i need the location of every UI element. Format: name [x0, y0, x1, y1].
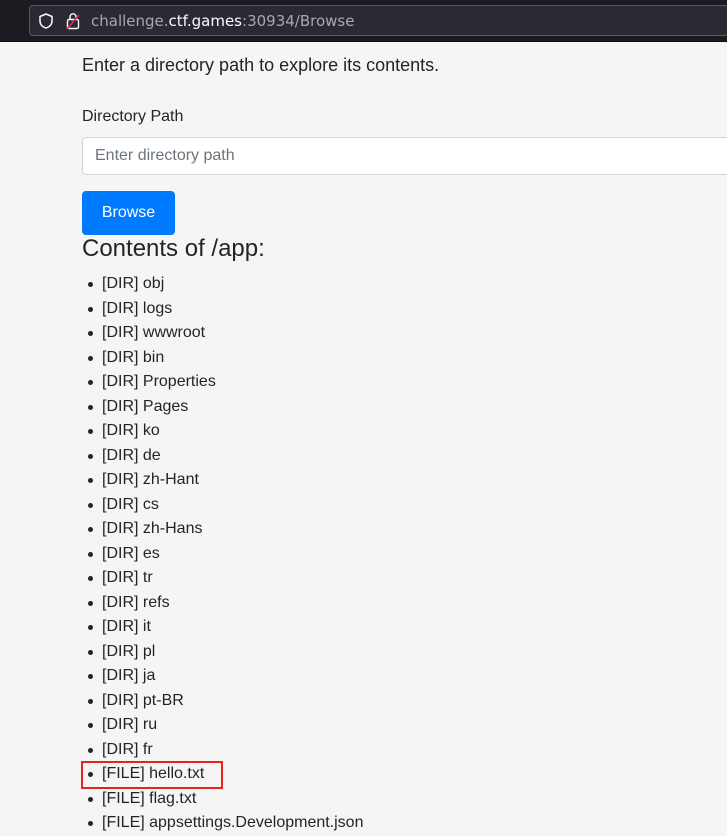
- list-item: [DIR] de: [82, 444, 363, 469]
- shield-icon[interactable]: [38, 13, 54, 29]
- bullet-icon: [88, 551, 93, 557]
- entry-label: [DIR] tr: [102, 569, 153, 586]
- bullet-icon: [88, 600, 93, 606]
- intro-text: Enter a directory path to explore its co…: [82, 55, 440, 75]
- url-text[interactable]: challenge.ctf.games:30934/Browse: [91, 12, 354, 30]
- list-item: [DIR] logs: [82, 297, 363, 322]
- bullet-icon: [88, 527, 93, 532]
- entry-label: [DIR] ko: [102, 422, 160, 439]
- bullet-icon: [88, 380, 93, 385]
- address-bar[interactable]: challenge.ctf.games:30934/Browse: [29, 5, 727, 36]
- bullet-icon: [88, 576, 93, 581]
- bullet-icon: [88, 502, 93, 508]
- entry-label: [DIR] wwwroot: [102, 324, 206, 341]
- bullet-icon: [88, 331, 93, 336]
- bullet-icon: [88, 821, 93, 826]
- entry-label: [FILE] appsettings.Development.json: [102, 814, 364, 831]
- browser-toolbar: challenge.ctf.games:30934/Browse: [0, 0, 727, 42]
- list-item: [DIR] bin: [82, 346, 363, 371]
- list-item: [FILE] hello.txt: [82, 762, 363, 787]
- list-item: [DIR] Pages: [82, 395, 363, 420]
- list-item: [DIR] fr: [82, 738, 363, 763]
- entry-label: [DIR] it: [102, 618, 151, 635]
- bullet-icon: [88, 453, 93, 459]
- bullet-icon: [88, 478, 93, 483]
- entry-label: [DIR] zh-Hant: [102, 471, 199, 488]
- entry-label: [DIR] ru: [102, 716, 158, 733]
- entry-label: [DIR] ja: [102, 667, 156, 684]
- bullet-icon: [88, 625, 93, 630]
- entry-label: [DIR] pl: [102, 642, 156, 660]
- bullet-icon: [88, 355, 93, 361]
- url-suffix: :30934/Browse: [242, 12, 355, 30]
- entry-label: [DIR] de: [102, 446, 161, 464]
- list-item: [DIR] wwwroot: [82, 321, 363, 346]
- list-item: [FILE] flag.txt: [82, 787, 363, 812]
- bullet-icon: [88, 747, 93, 753]
- bullet-icon: [88, 772, 93, 777]
- entry-label: [DIR] obj: [102, 275, 165, 292]
- list-item: [DIR] obj: [82, 272, 363, 297]
- bullet-icon: [88, 796, 93, 802]
- entry-label: [DIR] Properties: [102, 373, 216, 390]
- bullet-icon: [88, 404, 93, 410]
- list-item: [FILE] appsettings.Development.json: [82, 811, 363, 836]
- list-item: [DIR] es: [82, 542, 363, 567]
- list-item: [DIR] pt-BR: [82, 689, 363, 714]
- entry-label: [DIR] refs: [102, 593, 170, 611]
- bullet-icon: [88, 306, 93, 312]
- lock-warning-icon[interactable]: [66, 12, 80, 30]
- bullet-icon: [88, 282, 93, 287]
- list-item: [DIR] zh-Hant: [82, 468, 363, 493]
- entry-list: [DIR] obj [DIR] logs [DIR] wwwroot [DIR] bi…: [82, 272, 363, 836]
- entry-label: [DIR] zh-Hans: [102, 520, 203, 537]
- entry-label: [DIR] fr: [102, 740, 153, 758]
- bullet-icon: [88, 698, 93, 704]
- browse-button[interactable]: Browse: [82, 191, 175, 235]
- entry-label: [DIR] pt-BR: [102, 691, 184, 709]
- list-item: [DIR] ko: [82, 419, 363, 444]
- directory-path-input[interactable]: [82, 137, 727, 175]
- bullet-icon: [88, 723, 93, 728]
- entry-label: [DIR] Pages: [102, 397, 189, 415]
- bullet-icon: [88, 674, 93, 679]
- list-item: [DIR] ja: [82, 664, 363, 689]
- url-host: ctf.games: [168, 12, 243, 30]
- entry-label: [DIR] cs: [102, 495, 159, 513]
- list-item: [DIR] ru: [82, 713, 363, 738]
- bullet-icon: [88, 429, 93, 434]
- entry-label: [DIR] bin: [102, 348, 165, 366]
- bullet-icon: [88, 649, 93, 655]
- list-item: [DIR] tr: [82, 566, 363, 591]
- list-item: [DIR] zh-Hans: [82, 517, 363, 542]
- list-item: [DIR] pl: [82, 640, 363, 665]
- list-item: [DIR] cs: [82, 493, 363, 518]
- list-item: [DIR] it: [82, 615, 363, 640]
- url-prefix: challenge.: [91, 12, 169, 30]
- entry-label: [FILE] hello.txt: [102, 765, 205, 782]
- list-item: [DIR] Properties: [82, 370, 363, 395]
- entry-label: [FILE] flag.txt: [102, 789, 197, 807]
- contents-heading: Contents of /app:: [82, 235, 265, 262]
- entry-label: [DIR] es: [102, 544, 160, 562]
- list-item: [DIR] refs: [82, 591, 363, 616]
- entry-label: [DIR] logs: [102, 299, 173, 317]
- directory-path-label: Directory Path: [82, 108, 184, 125]
